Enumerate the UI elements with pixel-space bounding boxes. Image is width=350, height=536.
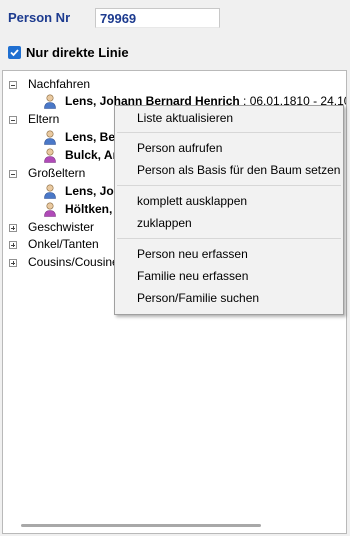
tree-category-label: Onkel/Tanten: [28, 237, 99, 251]
menu-item-set-tree-base[interactable]: Person als Basis für den Baum setzen: [137, 161, 340, 179]
tree-category-label: Cousins/Cousinen: [28, 255, 126, 269]
expand-icon[interactable]: [9, 259, 17, 267]
person-name: Lens, Ber: [65, 130, 120, 144]
menu-item-new-person[interactable]: Person neu erfassen: [137, 245, 248, 263]
expand-icon[interactable]: [9, 224, 17, 232]
menu-item-open-person[interactable]: Person aufrufen: [137, 139, 222, 157]
direct-line-checkbox[interactable]: [8, 46, 21, 59]
person-name: Lens, Joh: [65, 184, 122, 198]
collapse-icon[interactable]: [9, 170, 17, 178]
checkmark-icon: [10, 49, 19, 57]
female-person-icon: [44, 202, 56, 217]
tree-category-nachfahren[interactable]: Nachfahren: [3, 76, 343, 93]
tree-category-label: Nachfahren: [28, 77, 91, 91]
direct-line-checkbox-row[interactable]: Nur direkte Linie: [8, 45, 129, 60]
menu-item-new-family[interactable]: Familie neu erfassen: [137, 267, 248, 285]
menu-item-refresh-list[interactable]: Liste aktualisieren: [137, 109, 233, 127]
male-person-icon: [44, 94, 56, 109]
context-menu[interactable]: Liste aktualisieren Person aufrufen Pers…: [114, 105, 344, 315]
person-nr-input[interactable]: 79969: [95, 8, 220, 28]
female-person-icon: [44, 148, 56, 163]
person-name: Höltken,: [65, 202, 113, 216]
menu-item-search[interactable]: Person/Familie suchen: [137, 289, 259, 307]
menu-separator: [117, 132, 341, 133]
collapse-icon[interactable]: [9, 81, 17, 89]
menu-item-collapse[interactable]: zuklappen: [137, 214, 192, 232]
horizontal-scrollbar[interactable]: [5, 523, 345, 529]
menu-separator: [117, 238, 341, 239]
tree-category-label: Großeltern: [28, 166, 86, 180]
person-name: Bulck, An: [65, 148, 120, 162]
male-person-icon: [44, 184, 56, 199]
tree-category-label: Eltern: [28, 112, 60, 126]
menu-separator: [117, 185, 341, 186]
collapse-icon[interactable]: [9, 116, 17, 124]
expand-icon[interactable]: [9, 241, 17, 249]
direct-line-label: Nur direkte Linie: [26, 45, 129, 60]
tree-category-label: Geschwister: [28, 220, 95, 234]
menu-item-expand-all[interactable]: komplett ausklappen: [137, 192, 247, 210]
person-nr-label: Person Nr: [8, 10, 71, 25]
male-person-icon: [44, 130, 56, 145]
scrollbar-thumb[interactable]: [21, 524, 261, 527]
